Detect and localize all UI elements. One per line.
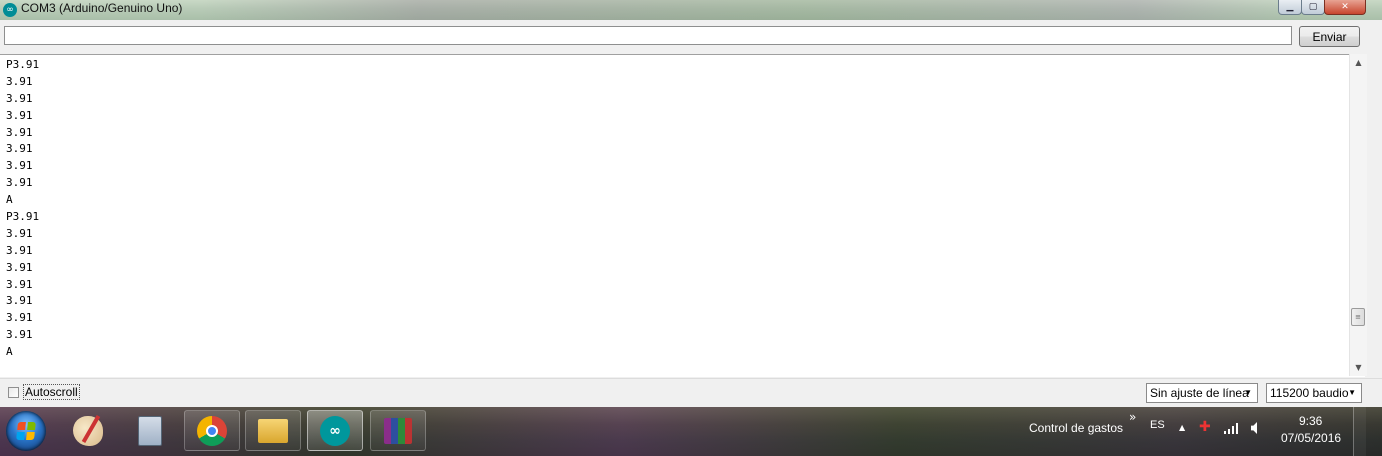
maximize-button[interactable]: ▢ — [1301, 0, 1325, 15]
output-line: 3.91 — [6, 91, 33, 105]
arduino-icon[interactable]: ∞ — [3, 3, 17, 17]
chevron-down-icon: ▼ — [1244, 388, 1252, 397]
output-line: 3.91 — [6, 74, 33, 88]
output-line: 3.91 — [6, 176, 33, 190]
window-title: COM3 (Arduino/Genuino Uno) — [21, 1, 183, 15]
output-line: 3.91 — [6, 260, 33, 274]
maximize-icon: ▢ — [1308, 2, 1318, 12]
taskbar-app-winrar[interactable] — [370, 410, 426, 451]
vertical-scrollbar[interactable]: ▲ ≡ ▼ — [1349, 54, 1367, 376]
output-line: 3.91 — [6, 159, 33, 173]
taskbar: ∞ Control de gastos » ES ▲ ✚ 9:36 07/05/… — [0, 407, 1382, 456]
footer-bar: Autoscroll Sin ajuste de línea ▼ 115200 … — [0, 378, 1382, 407]
taskbar-app-calculator[interactable] — [122, 410, 178, 451]
send-button[interactable]: Enviar — [1299, 26, 1360, 47]
taskbar-app-explorer[interactable] — [245, 410, 301, 451]
folder-icon — [258, 418, 288, 443]
autoscroll-checkbox[interactable] — [8, 387, 19, 398]
chrome-icon — [197, 415, 227, 446]
output-line: 3.91 — [6, 243, 33, 257]
line-ending-select[interactable]: Sin ajuste de línea ▼ — [1146, 383, 1258, 403]
clock-time[interactable]: 9:36 — [1299, 414, 1322, 428]
power-plug-icon[interactable]: ✚ — [1199, 419, 1211, 435]
output-lines: P3.91 3.91 3.91 3.91 3.91 3.91 3.91 3.91 A P3.91 3… — [6, 57, 39, 361]
start-button[interactable] — [6, 411, 46, 451]
title-bar[interactable]: ∞ COM3 (Arduino/Genuino Uno) ▁ ▢ ✕ — [0, 0, 1382, 20]
windows-logo-icon — [16, 422, 36, 440]
output-line: 3.91 — [6, 294, 33, 308]
serial-output[interactable]: P3.91 3.91 3.91 3.91 3.91 3.91 3.91 3.91 A P3.91 3… — [0, 54, 1365, 377]
scroll-down-icon[interactable]: ▼ — [1350, 359, 1367, 376]
chevron-down-icon: ▼ — [1348, 388, 1356, 397]
language-indicator[interactable]: ES — [1150, 419, 1165, 431]
clock-date[interactable]: 07/05/2016 — [1281, 431, 1341, 445]
output-line: 3.91 — [6, 108, 33, 122]
calculator-icon — [138, 415, 162, 446]
toolbar-label[interactable]: Control de gastos — [1029, 421, 1123, 435]
window-controls: ▁ ▢ ✕ — [1278, 0, 1366, 15]
grip-icon: ≡ — [1355, 313, 1361, 321]
taskbar-app-arduino[interactable]: ∞ — [307, 410, 363, 451]
scroll-up-icon[interactable]: ▲ — [1350, 54, 1367, 71]
output-line: 3.91 — [6, 226, 33, 240]
output-line: 3.91 — [6, 125, 33, 139]
signal-icon[interactable] — [1224, 423, 1238, 434]
output-line: 3.91 — [6, 328, 33, 342]
autoscroll-label[interactable]: Autoscroll — [23, 384, 80, 400]
output-line: P3.91 — [6, 210, 40, 224]
line-ending-value: Sin ajuste de línea — [1150, 386, 1249, 400]
minimize-button[interactable]: ▁ — [1278, 0, 1302, 15]
output-line: A — [6, 345, 13, 359]
close-button[interactable]: ✕ — [1324, 0, 1366, 15]
arduino-icon: ∞ — [320, 415, 350, 446]
winrar-icon — [384, 417, 412, 444]
output-line: 3.91 — [6, 311, 33, 325]
output-line: P3.91 — [6, 58, 40, 71]
chevron-double-icon[interactable]: » — [1129, 410, 1136, 424]
title-bar-background — [200, 0, 1300, 20]
taskbar-app-chrome[interactable] — [184, 410, 240, 451]
taskbar-app-paint[interactable] — [60, 410, 116, 451]
show-desktop-button[interactable] — [1353, 407, 1366, 456]
baud-rate-select[interactable]: 115200 baudio ▼ — [1266, 383, 1362, 403]
output-line: 3.91 — [6, 142, 33, 156]
paint-icon — [73, 415, 103, 446]
baud-rate-value: 115200 baudio — [1270, 386, 1349, 400]
scroll-thumb[interactable]: ≡ — [1351, 308, 1365, 326]
close-icon: ✕ — [1341, 2, 1349, 12]
tray-expand-icon[interactable]: ▲ — [1179, 423, 1185, 432]
minimize-icon: ▁ — [1286, 2, 1294, 12]
output-line: A — [6, 193, 13, 207]
output-line: 3.91 — [6, 277, 33, 291]
send-input[interactable] — [4, 26, 1292, 45]
